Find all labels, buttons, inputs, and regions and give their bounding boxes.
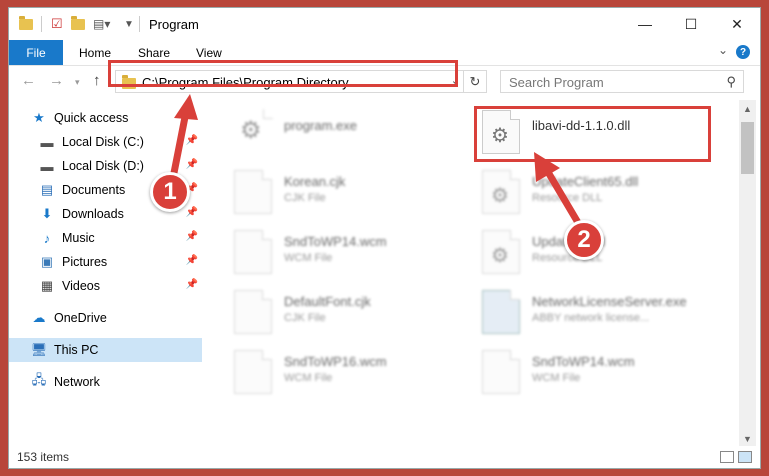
annotation-arrows bbox=[168, 94, 584, 230]
callout-step-1: 1 bbox=[150, 172, 190, 212]
callout-step-2: 2 bbox=[564, 220, 604, 260]
